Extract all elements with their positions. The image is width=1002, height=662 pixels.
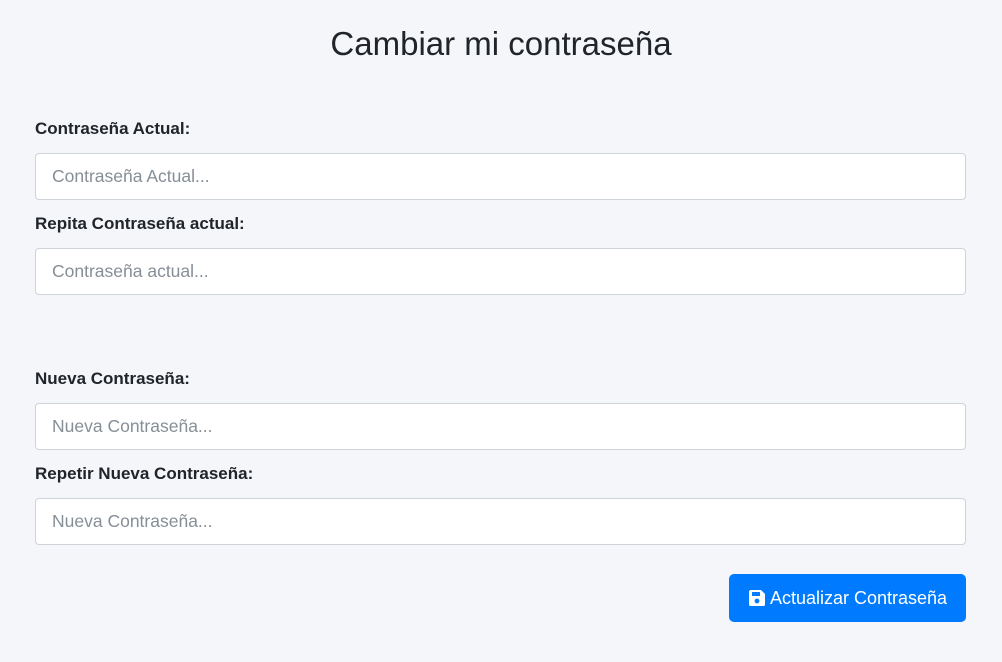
update-password-button-label: Actualizar Contraseña: [769, 587, 948, 608]
current-password-group: Contraseña Actual:: [35, 118, 966, 200]
repeat-current-password-label: Repita Contraseña actual:: [35, 214, 245, 233]
repeat-new-password-label: Repetir Nueva Contraseña:: [35, 464, 254, 483]
new-password-group: Nueva Contraseña:: [35, 368, 966, 450]
page-title: Cambiar mi contraseña: [330, 25, 672, 62]
repeat-current-password-input[interactable]: [35, 248, 966, 295]
repeat-new-password-input[interactable]: [35, 498, 966, 545]
new-password-label: Nueva Contraseña:: [35, 369, 190, 388]
new-password-input[interactable]: [35, 403, 966, 450]
current-password-label: Contraseña Actual:: [35, 119, 191, 138]
repeat-new-password-group: Repetir Nueva Contraseña:: [35, 463, 966, 545]
current-password-input[interactable]: [35, 153, 966, 200]
update-password-button[interactable]: Actualizar Contraseña: [729, 574, 966, 622]
save-icon: [748, 589, 766, 607]
repeat-current-password-group: Repita Contraseña actual:: [35, 213, 966, 295]
